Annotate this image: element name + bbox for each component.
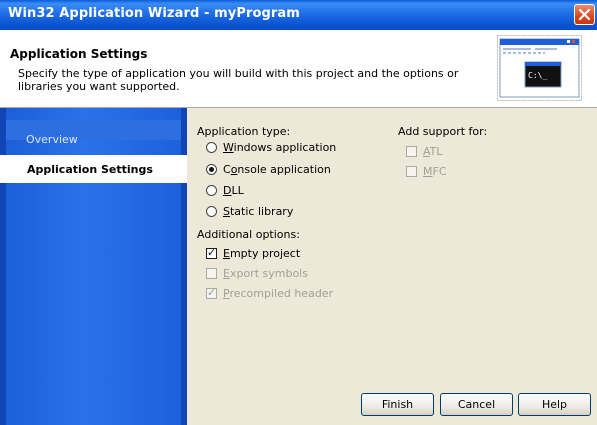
checkbox-empty-project[interactable]: ✓ Empty project — [206, 246, 300, 260]
option-label: ATL — [423, 144, 443, 158]
radio-icon-selected[interactable] — [206, 163, 217, 175]
checkbox-export-symbols[interactable]: Export symbols — [206, 266, 308, 280]
sidebar-item-label: Application Settings — [27, 163, 153, 176]
sidebar-item-application-settings[interactable]: Application Settings — [0, 155, 187, 183]
checkbox-icon[interactable] — [206, 267, 217, 279]
checkbox-mfc[interactable]: MFC — [406, 164, 447, 178]
application-type-label: Application type: — [197, 125, 291, 138]
radio-windows-application[interactable]: Windows application — [206, 140, 336, 154]
checkbox-checked-icon[interactable]: ✓ — [206, 246, 217, 259]
finish-button[interactable]: Finish — [361, 393, 434, 416]
checkbox-icon[interactable] — [406, 145, 417, 157]
option-label: Export symbols — [223, 266, 308, 280]
sidebar-item-label: Overview — [26, 133, 78, 146]
console-prompt-text: C:\_ — [528, 71, 547, 80]
sidebar-item-overview[interactable]: Overview — [26, 133, 78, 146]
checkbox-atl[interactable]: ATL — [406, 144, 443, 158]
additional-options-label: Additional options: — [197, 228, 300, 241]
option-label: Console application — [223, 162, 331, 176]
help-button[interactable]: Help — [518, 393, 591, 416]
title-bar[interactable]: Win32 Application Wizard - myProgram — [0, 0, 597, 30]
option-label: Precompiled header — [223, 286, 334, 300]
close-icon — [578, 8, 591, 21]
radio-icon[interactable] — [206, 205, 217, 217]
window-title: Win32 Application Wizard - myProgram — [8, 6, 300, 21]
radio-icon[interactable] — [206, 141, 217, 153]
option-label: DLL — [223, 183, 244, 197]
option-label: Windows application — [223, 140, 337, 154]
wizard-window: Win32 Application Wizard - myProgram App… — [0, 0, 597, 425]
radio-static-library[interactable]: Static library — [206, 204, 293, 218]
option-label: Empty project — [223, 246, 301, 260]
console-window-icon: C:\_ — [497, 35, 582, 101]
option-label-rest: indows application — [233, 140, 337, 154]
page-description: Specify the type of application you will… — [18, 67, 459, 93]
checkbox-checked-icon[interactable]: ✓ — [206, 286, 217, 299]
page-title: Application Settings — [10, 47, 148, 61]
wizard-header: Application Settings Specify the type of… — [0, 30, 597, 108]
checkbox-icon[interactable] — [406, 165, 417, 177]
close-button[interactable] — [574, 4, 595, 25]
option-label: MFC — [423, 164, 447, 178]
settings-panel: Application type: Windows application Co… — [187, 108, 597, 425]
checkbox-precompiled-header[interactable]: ✓ Precompiled header — [206, 286, 333, 300]
add-support-label: Add support for: — [398, 125, 488, 138]
radio-icon[interactable] — [206, 184, 217, 196]
option-label: Static library — [223, 204, 294, 218]
cancel-button[interactable]: Cancel — [440, 393, 513, 416]
radio-dll[interactable]: DLL — [206, 183, 244, 197]
radio-console-application[interactable]: Console application — [206, 162, 331, 176]
